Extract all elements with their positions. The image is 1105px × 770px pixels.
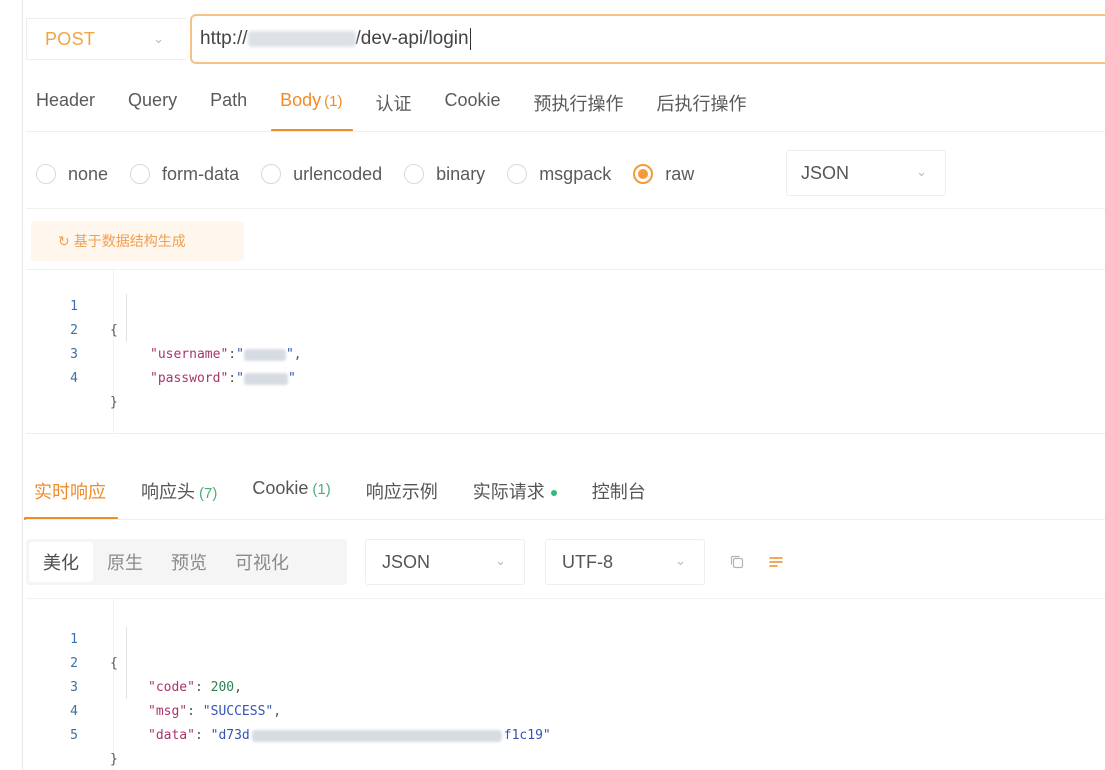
tab-post-request-script[interactable]: 后执行操作 [657, 78, 747, 132]
url-prefix: http:// [200, 28, 248, 49]
code-line: 5 } [70, 728, 118, 767]
code-line: 2 "code": 200, [70, 656, 242, 695]
body-format-select[interactable]: JSON ⌄ [786, 150, 946, 196]
editor-gutter-divider [113, 599, 114, 770]
redacted-value [243, 372, 288, 385]
chevron-down-icon: ⌄ [675, 553, 686, 568]
radio-binary[interactable]: binary [404, 164, 485, 185]
code-line: 2 "username":" ", [70, 323, 302, 362]
panel-gap [26, 434, 1105, 464]
text-cursor [469, 28, 471, 50]
request-tabs: Header Query Path Body (1) 认证 Cookie 预执行操… [36, 78, 1105, 132]
code-line: 3 "password":" " [70, 347, 296, 386]
tab-pre-request-script[interactable]: 预执行操作 [534, 78, 624, 132]
tab-cookie[interactable]: Cookie [444, 78, 500, 132]
radio-form-data[interactable]: form-data [130, 164, 239, 185]
refresh-icon: ↻ [58, 232, 70, 249]
code-line: 1 { [70, 299, 118, 338]
tabs-divider [26, 519, 1105, 520]
chevron-down-icon: ⌄ [916, 164, 927, 179]
url-input[interactable]: http:// /dev-api/login [190, 14, 1105, 64]
radio-msgpack[interactable]: msgpack [507, 164, 611, 185]
indent-guide [126, 294, 127, 342]
tab-header[interactable]: Header [36, 78, 95, 132]
chevron-down-icon: ⌄ [495, 553, 506, 568]
indent-guide [126, 627, 127, 699]
response-view-switch: 美化 原生 预览 可视化 [26, 539, 347, 585]
redacted-host [247, 31, 356, 47]
code-line: 4 } [70, 371, 118, 410]
radio-circle [261, 164, 282, 184]
response-tabs: 实时响应 响应头 (7) Cookie (1) 响应示例 实际请求 控制台 [24, 466, 1105, 520]
wrap-lines-icon[interactable] [765, 551, 787, 573]
view-pretty[interactable]: 美化 [29, 542, 93, 582]
view-preview[interactable]: 预览 [157, 542, 221, 582]
redacted-token [251, 729, 502, 742]
chevron-down-icon: ⌄ [153, 31, 164, 46]
response-cookie-count: (1) [312, 481, 331, 498]
tabs-divider [26, 131, 1105, 132]
tab-live-response[interactable]: 实时响应 [24, 466, 118, 520]
radio-raw[interactable]: raw [633, 164, 694, 185]
method-value: POST [45, 28, 96, 49]
radio-circle-checked [633, 164, 654, 184]
tab-auth[interactable]: 认证 [375, 78, 411, 132]
code-line: 3 "msg": "SUCCESS", [70, 680, 282, 719]
tab-response-example[interactable]: 响应示例 [366, 466, 438, 520]
tab-actual-request[interactable]: 实际请求 [473, 466, 557, 520]
code-line: 4 "data": "d73d f1c19" [70, 704, 551, 743]
response-encoding-select[interactable]: UTF-8 ⌄ [545, 539, 705, 585]
left-divider [22, 0, 23, 770]
response-headers-count: (7) [199, 485, 218, 502]
tab-response-cookie[interactable]: Cookie (1) [252, 466, 330, 520]
radio-circle [130, 164, 151, 184]
response-format-select[interactable]: JSON ⌄ [365, 539, 525, 585]
radio-urlencoded[interactable]: urlencoded [261, 164, 382, 185]
generate-from-schema-button[interactable]: ↻ 基于数据结构生成 [31, 221, 244, 261]
radio-none[interactable]: none [36, 164, 108, 185]
radio-circle [404, 164, 425, 184]
tab-response-headers[interactable]: 响应头 (7) [141, 466, 217, 520]
status-dot [550, 490, 557, 497]
tab-console[interactable]: 控制台 [592, 466, 646, 520]
tab-path[interactable]: Path [210, 78, 247, 132]
radio-circle [36, 164, 56, 184]
tab-query[interactable]: Query [128, 78, 177, 132]
tab-body-count: (1) [324, 93, 343, 110]
code-line: 1 { [70, 632, 118, 671]
copy-icon[interactable] [726, 551, 748, 573]
method-select[interactable]: POST ⌄ [26, 18, 186, 60]
request-body-editor[interactable]: 1 { 2 "username":" ", 3 "password":" " 4 } [26, 269, 1105, 434]
section-divider [26, 208, 1105, 209]
response-body-viewer[interactable]: 1 { 2 "code": 200, 3 "msg": "SUCCESS", 4… [26, 598, 1105, 770]
request-url-bar: POST ⌄ http:// /dev-api/login [26, 14, 1105, 64]
url-suffix: /dev-api/login [355, 28, 469, 49]
radio-circle [507, 164, 528, 184]
tab-body[interactable]: Body (1) [271, 78, 354, 132]
redacted-value [243, 348, 286, 361]
view-raw[interactable]: 原生 [93, 542, 157, 582]
view-visualize[interactable]: 可视化 [221, 542, 303, 582]
